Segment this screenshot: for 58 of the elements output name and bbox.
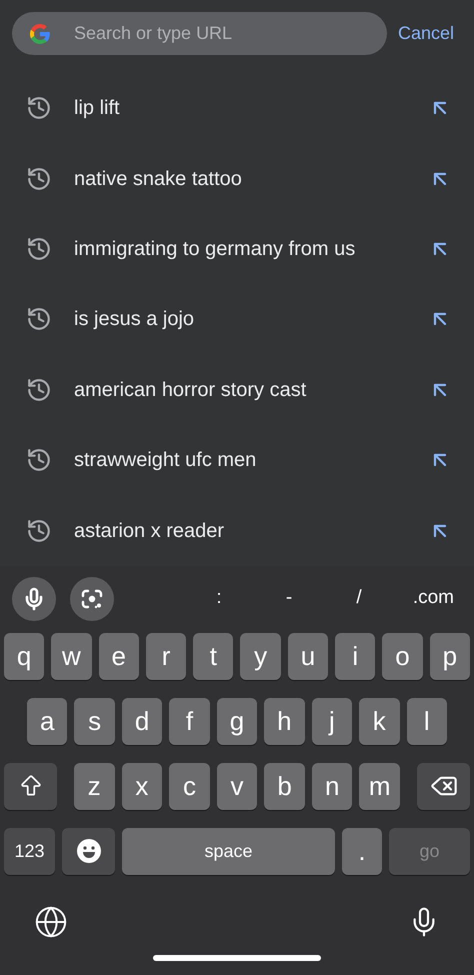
- emoji-key[interactable]: [62, 828, 115, 875]
- shortcut-key[interactable]: /: [324, 584, 394, 613]
- key[interactable]: l: [406, 698, 447, 745]
- key[interactable]: k: [359, 698, 400, 745]
- key[interactable]: g: [216, 698, 258, 745]
- key[interactable]: d: [122, 698, 162, 745]
- key[interactable]: h: [264, 698, 305, 745]
- key[interactable]: p: [430, 632, 470, 680]
- key[interactable]: x: [122, 762, 162, 810]
- key[interactable]: q: [4, 632, 44, 680]
- history-icon: [26, 95, 52, 122]
- history-icon: [26, 306, 52, 332]
- key[interactable]: r: [146, 632, 186, 680]
- key[interactable]: u: [288, 632, 328, 680]
- emoji-icon: [76, 838, 102, 864]
- key[interactable]: a: [27, 698, 68, 745]
- suggestion-text[interactable]: immigrating to germany from us: [74, 234, 428, 264]
- key[interactable]: n: [312, 762, 352, 810]
- key[interactable]: e: [98, 632, 139, 680]
- globe-icon[interactable]: [34, 904, 68, 939]
- suggestion-text[interactable]: lip lift: [74, 93, 428, 124]
- space-key[interactable]: space: [122, 828, 335, 875]
- key[interactable]: s: [74, 698, 115, 745]
- key[interactable]: b: [264, 762, 305, 810]
- key[interactable]: f: [169, 698, 210, 745]
- backspace-key[interactable]: [417, 762, 470, 810]
- shortcut-key[interactable]: -: [254, 584, 324, 613]
- suggestion-text[interactable]: is jesus a jojo: [74, 304, 428, 334]
- google-logo-icon: [28, 22, 52, 46]
- suggestion-text[interactable]: native snake tattoo: [74, 164, 428, 194]
- shortcut-key[interactable]: .com: [394, 584, 454, 613]
- shift-key[interactable]: [4, 762, 57, 810]
- key[interactable]: m: [359, 762, 400, 810]
- history-icon: [26, 166, 52, 192]
- key[interactable]: j: [312, 698, 352, 745]
- key[interactable]: o: [382, 632, 423, 680]
- key[interactable]: v: [216, 762, 258, 810]
- history-icon: [26, 518, 52, 544]
- numbers-key[interactable]: 123: [4, 828, 55, 875]
- suggestion-text[interactable]: american horror story cast: [74, 374, 428, 405]
- key[interactable]: w: [51, 632, 92, 680]
- lens-button[interactable]: [70, 576, 114, 621]
- key[interactable]: c: [169, 762, 210, 810]
- key[interactable]: y: [240, 632, 281, 680]
- key[interactable]: i: [335, 632, 376, 680]
- key[interactable]: z: [74, 762, 115, 810]
- key[interactable]: .: [342, 828, 382, 875]
- voice-search-button[interactable]: [12, 576, 56, 621]
- history-icon: [26, 236, 52, 262]
- shortcut-key[interactable]: :: [184, 584, 254, 613]
- history-icon: [26, 376, 52, 403]
- search-input[interactable]: Search or type URL: [74, 20, 387, 47]
- history-icon: [26, 447, 52, 474]
- suggestion-text[interactable]: astarion x reader: [74, 516, 428, 546]
- cancel-button[interactable]: Cancel: [398, 20, 454, 47]
- suggestion-text[interactable]: strawweight ufc men: [74, 445, 428, 476]
- key[interactable]: t: [193, 632, 234, 680]
- search-field[interactable]: Search or type URL: [12, 12, 387, 55]
